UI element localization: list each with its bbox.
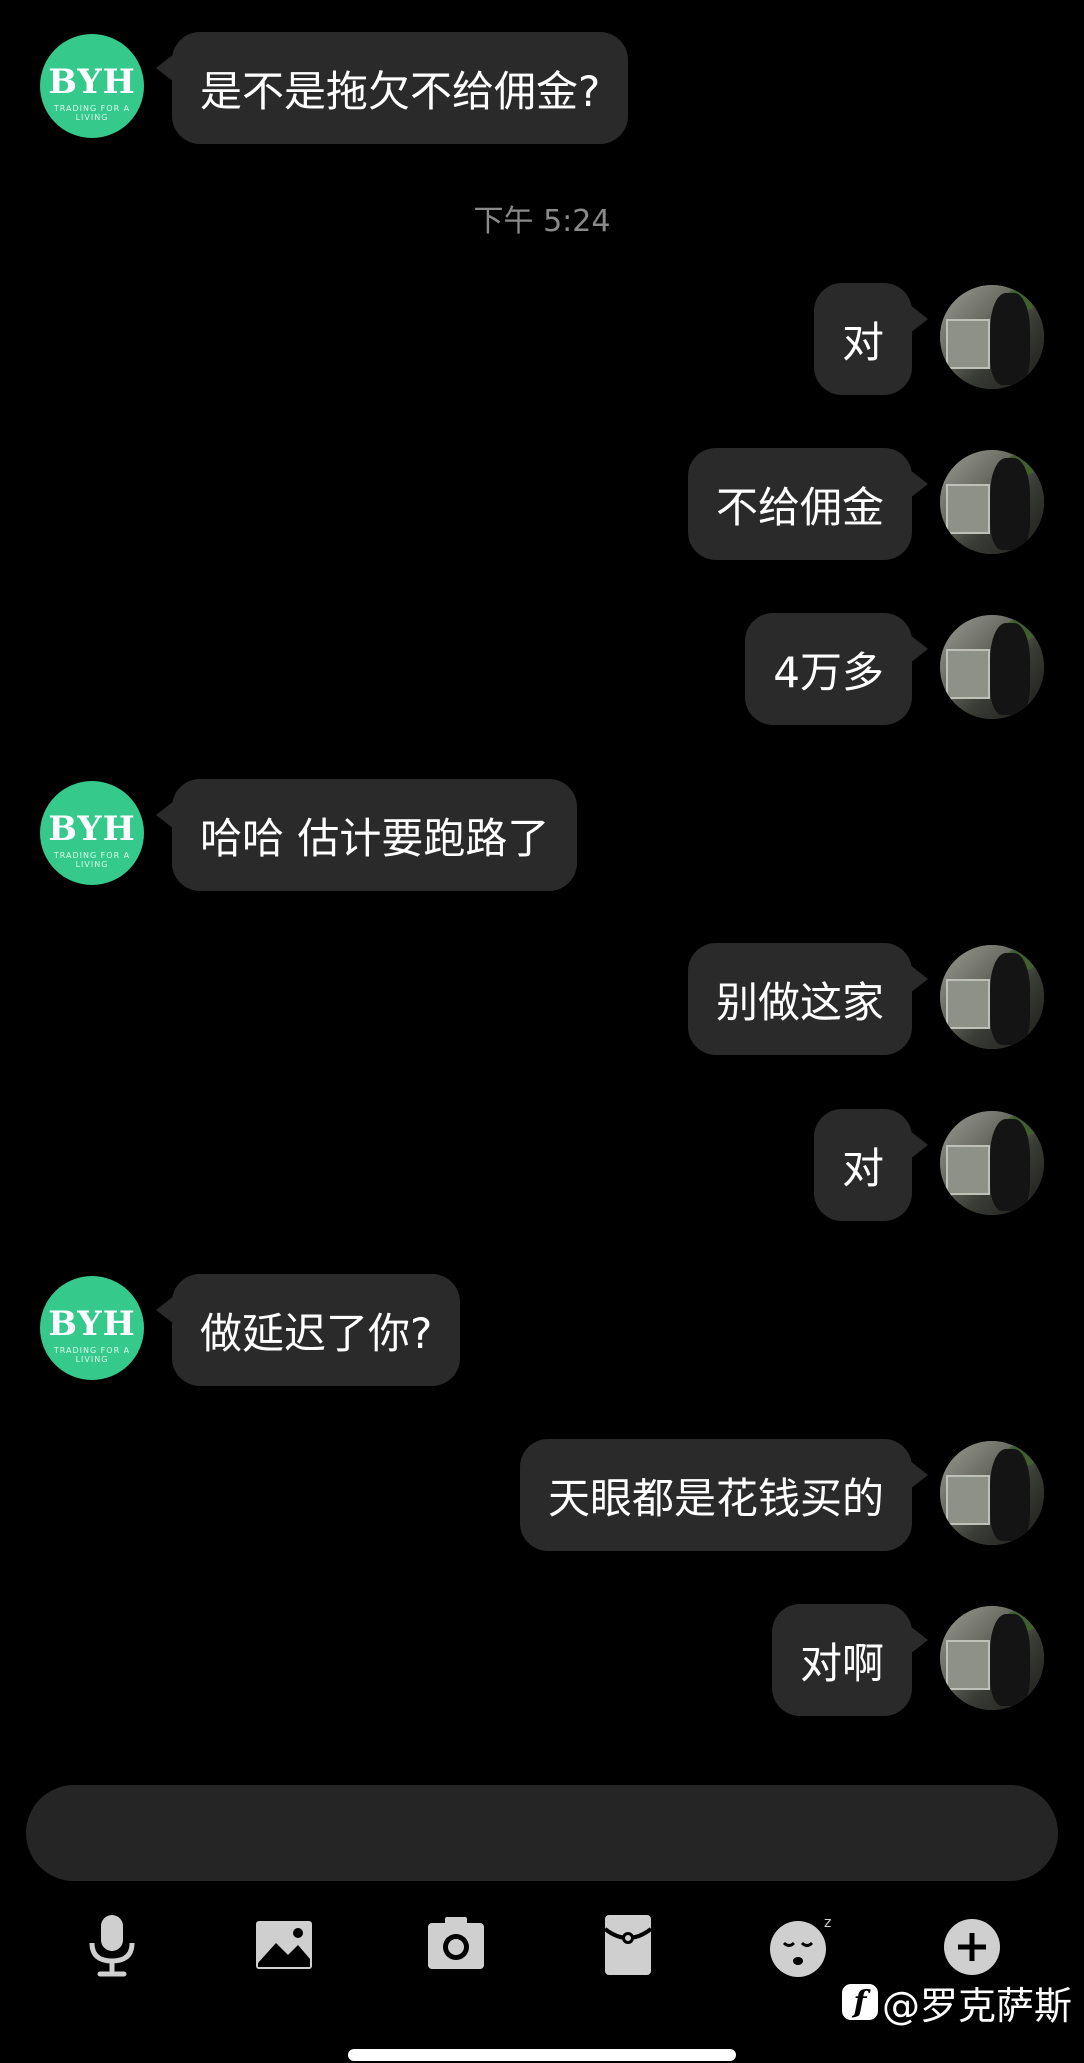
microphone-icon[interactable] xyxy=(72,1905,152,1985)
message-row: 天眼都是花钱买的 xyxy=(0,1439,1084,1551)
user-avatar[interactable] xyxy=(940,285,1044,389)
message-bubble[interactable]: 哈哈 估计要跑路了 xyxy=(155,779,578,891)
user-avatar[interactable] xyxy=(940,1606,1044,1710)
plus-icon[interactable] xyxy=(932,1905,1012,1985)
message-row: BYH TRADING FOR A LIVING 是不是拖欠不给佣金? xyxy=(0,32,1084,144)
avatar-logo-tagline: TRADING FOR A LIVING xyxy=(53,851,131,869)
user-avatar[interactable] xyxy=(940,945,1044,1049)
message-bubble[interactable]: 天眼都是花钱买的 xyxy=(519,1439,929,1551)
red-packet-icon[interactable] xyxy=(588,1905,668,1985)
message-row: BYH TRADING FOR A LIVING 做延迟了你? xyxy=(0,1274,1084,1386)
emoji-icon[interactable]: z xyxy=(760,1905,840,1985)
watermark-logo-icon: f xyxy=(842,1984,878,2020)
user-avatar[interactable] xyxy=(940,1441,1044,1545)
message-row: BYH TRADING FOR A LIVING 哈哈 估计要跑路了 xyxy=(0,779,1084,891)
message-bubble[interactable]: 别做这家 xyxy=(687,943,929,1055)
message-row: 4万多 xyxy=(0,613,1084,725)
message-bubble[interactable]: 不给佣金 xyxy=(687,448,929,560)
message-row: 不给佣金 xyxy=(0,448,1084,560)
avatar-logo-tagline: TRADING FOR A LIVING xyxy=(53,104,131,122)
watermark-text: @罗克萨斯 xyxy=(882,1983,1073,2028)
chat-toolbar: z xyxy=(0,1905,1084,1985)
contact-avatar[interactable]: BYH TRADING FOR A LIVING xyxy=(40,1276,144,1380)
watermark: f @罗克萨斯 xyxy=(842,1976,1072,2028)
message-bubble[interactable]: 对啊 xyxy=(771,1604,929,1716)
message-bubble[interactable]: 对 xyxy=(813,283,929,395)
svg-text:z: z xyxy=(824,1915,831,1931)
avatar-logo-tagline: TRADING FOR A LIVING xyxy=(53,1346,131,1364)
user-avatar[interactable] xyxy=(940,450,1044,554)
message-bubble[interactable]: 是不是拖欠不给佣金? xyxy=(155,32,629,144)
avatar-logo-letters: BYH xyxy=(48,1304,136,1344)
message-bubble[interactable]: 对 xyxy=(813,1109,929,1221)
message-row: 对 xyxy=(0,1109,1084,1221)
message-input[interactable] xyxy=(26,1785,1058,1881)
message-row: 对 xyxy=(0,283,1084,395)
contact-avatar[interactable]: BYH TRADING FOR A LIVING xyxy=(40,781,144,885)
message-bubble[interactable]: 4万多 xyxy=(745,613,928,725)
message-row: 别做这家 xyxy=(0,943,1084,1055)
message-row: 对啊 xyxy=(0,1604,1084,1716)
avatar-logo-letters: BYH xyxy=(48,809,136,849)
avatar-logo-letters: BYH xyxy=(48,62,136,102)
camera-icon[interactable] xyxy=(416,1905,496,1985)
contact-avatar[interactable]: BYH TRADING FOR A LIVING xyxy=(40,34,144,138)
user-avatar[interactable] xyxy=(940,615,1044,719)
message-bubble[interactable]: 做延迟了你? xyxy=(155,1274,461,1386)
user-avatar[interactable] xyxy=(940,1111,1044,1215)
chat-message-list[interactable]: BYH TRADING FOR A LIVING 是不是拖欠不给佣金? 下午 5… xyxy=(0,0,1084,1760)
home-indicator[interactable] xyxy=(348,2049,736,2061)
image-icon[interactable] xyxy=(244,1905,324,1985)
message-timestamp: 下午 5:24 xyxy=(473,204,611,239)
